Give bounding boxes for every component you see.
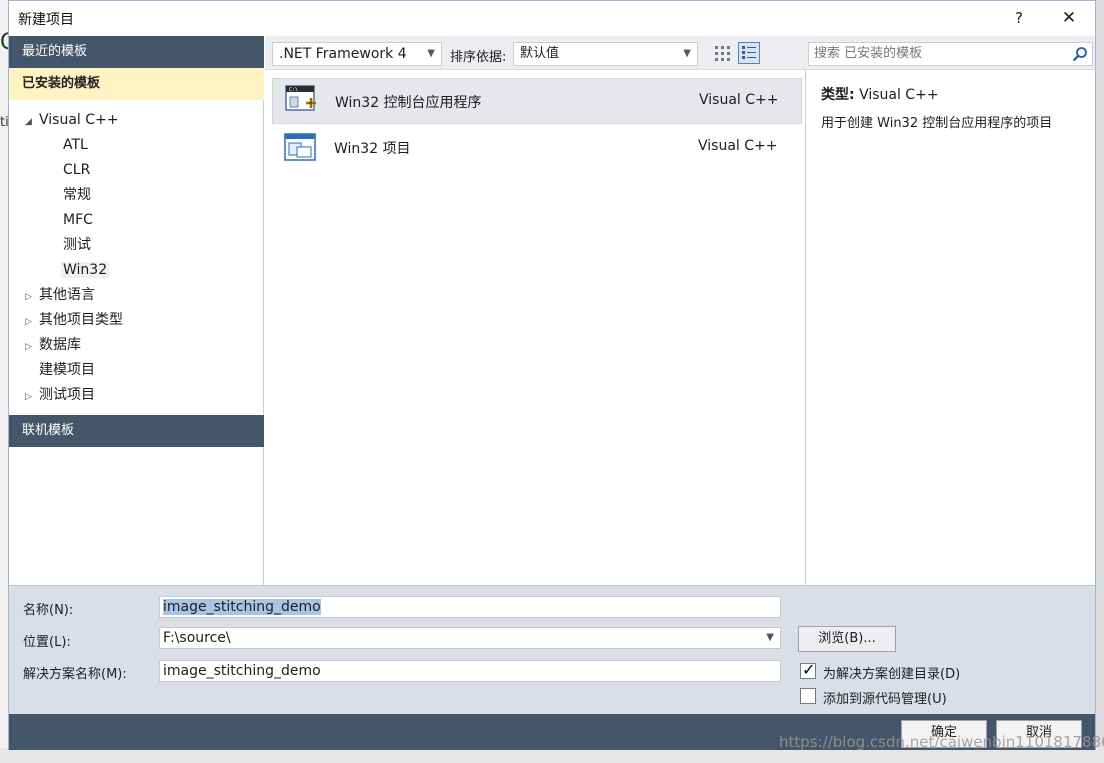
template-type: 类型: Visual C++ xyxy=(821,84,939,104)
project-settings-form: 名称(N): image_stitching_demo 位置(L): F:\so… xyxy=(9,585,1095,714)
tree-item-label: ATL xyxy=(63,137,88,153)
dialog-title: 新建项目 xyxy=(18,12,74,28)
tree-item-visual-cpp[interactable]: ◢ Visual C++ xyxy=(25,109,118,131)
search-placeholder: 搜索 已安装的模板 xyxy=(814,46,923,61)
small-icons-view-icon[interactable] xyxy=(714,44,732,64)
chevron-down-icon[interactable]: ▼ xyxy=(766,628,774,648)
tree-item-label: 建模项目 xyxy=(39,362,95,378)
template-list: C:\ Win32 控制台应用程序 Visual C++ Win32 项目 Vi… xyxy=(265,70,806,585)
template-name: Win32 控制台应用程序 xyxy=(335,95,482,111)
collapsed-arrow-icon[interactable]: ▷ xyxy=(25,386,39,408)
collapsed-arrow-icon[interactable]: ▷ xyxy=(25,286,39,308)
tree-item-label: Win32 xyxy=(61,262,110,278)
win32-project-icon xyxy=(284,133,316,161)
console-app-icon: C:\ xyxy=(285,85,316,111)
new-project-dialog: 新建项目 ? ✕ 最近的模板 已安装的模板 ◢ Visual C++ ATL CL… xyxy=(8,0,1096,750)
collapsed-arrow-icon[interactable]: ▷ xyxy=(25,336,39,358)
sort-select[interactable]: 默认值 ▼ xyxy=(513,42,698,66)
tree-item-label: 测试 xyxy=(63,237,91,253)
browse-button[interactable]: 浏览(B)... xyxy=(798,626,896,652)
tree-item-clr[interactable]: CLR xyxy=(63,159,90,181)
framework-select[interactable]: .NET Framework 4 ▼ xyxy=(272,42,442,66)
tree-item-label: 其他项目类型 xyxy=(39,312,123,328)
template-name: Win32 项目 xyxy=(334,141,411,157)
tree-item-other-project-types[interactable]: ▷ 其他项目类型 xyxy=(25,309,123,331)
expanded-arrow-icon[interactable]: ◢ xyxy=(25,111,39,133)
tree-item-test-projects[interactable]: ▷ 测试项目 xyxy=(25,384,95,406)
template-category-panel: 最近的模板 已安装的模板 ◢ Visual C++ ATL CLR 常规 MFC … xyxy=(9,36,264,585)
add-source-control-checkbox[interactable] xyxy=(800,688,816,704)
tree-item-database[interactable]: ▷ 数据库 xyxy=(25,334,81,356)
tree-item-label: CLR xyxy=(63,162,91,178)
online-templates-header[interactable]: 联机模板 xyxy=(9,415,264,447)
tree-item-label: 测试项目 xyxy=(39,387,95,403)
tree-item-modeling-projects[interactable]: 建模项目 xyxy=(39,359,95,381)
chevron-down-icon: ▼ xyxy=(427,48,435,59)
tree-item-label: MFC xyxy=(63,212,93,228)
solution-name-label: 解决方案名称(M): xyxy=(23,667,127,682)
solution-name-input[interactable]: image_stitching_demo xyxy=(159,660,781,682)
close-button[interactable]: ✕ xyxy=(1056,5,1082,31)
template-description-text: 用于创建 Win32 控制台应用程序的项目 xyxy=(821,116,1053,131)
svg-text:C:\: C:\ xyxy=(289,87,298,93)
help-button[interactable]: ? xyxy=(1006,5,1032,31)
template-toolbar: .NET Framework 4 ▼ 排序依据: 默认值 ▼ 搜索 已安装的模板 xyxy=(265,36,1095,70)
tree-item-label: 其他语言 xyxy=(39,287,95,303)
add-source-control-label[interactable]: 添加到源代码管理(U) xyxy=(823,688,947,707)
sort-value: 默认值 xyxy=(520,46,560,61)
list-view-icon[interactable] xyxy=(738,42,760,64)
template-description-panel: 类型: Visual C++ 用于创建 Win32 控制台应用程序的项目 xyxy=(807,70,1095,585)
template-row-win32-project[interactable]: Win32 项目 Visual C++ xyxy=(272,125,802,171)
background-window-edge xyxy=(1096,0,1104,763)
create-directory-checkbox[interactable] xyxy=(800,660,816,679)
project-name-input[interactable]: image_stitching_demo xyxy=(159,596,781,618)
tree-item-other-languages[interactable]: ▷ 其他语言 xyxy=(25,284,95,306)
tree-item-label: Visual C++ xyxy=(39,112,119,128)
tree-item-label: 数据库 xyxy=(39,337,81,353)
template-language: Visual C++ xyxy=(698,138,778,154)
create-directory-label[interactable]: 为解决方案创建目录(D) xyxy=(823,663,960,682)
chevron-down-icon: ▼ xyxy=(683,48,691,59)
tree-item-atl[interactable]: ATL xyxy=(63,134,88,156)
recent-templates-header[interactable]: 最近的模板 xyxy=(9,36,264,68)
title-bar: 新建项目 ? ✕ xyxy=(9,1,1095,36)
tree-item-win32[interactable]: Win32 xyxy=(61,259,110,281)
name-label: 名称(N): xyxy=(23,603,74,618)
name-value: image_stitching_demo xyxy=(163,599,321,615)
template-row-win32-console[interactable]: C:\ Win32 控制台应用程序 Visual C++ xyxy=(272,78,802,124)
search-icon[interactable] xyxy=(1072,46,1088,62)
type-value: Visual C++ xyxy=(859,87,939,103)
sort-label: 排序依据: xyxy=(450,50,507,65)
type-label: 类型: xyxy=(821,87,855,103)
location-combobox[interactable]: F:\source\ ▼ xyxy=(159,627,781,649)
tree-item-mfc[interactable]: MFC xyxy=(63,209,93,231)
solution-value: image_stitching_demo xyxy=(163,663,321,679)
framework-value: .NET Framework 4 xyxy=(279,46,407,62)
template-search-input[interactable]: 搜索 已安装的模板 xyxy=(808,42,1093,66)
installed-templates-header[interactable]: 已安装的模板 xyxy=(9,68,264,100)
location-label: 位置(L): xyxy=(23,635,71,650)
tree-item-label: 常规 xyxy=(63,187,91,203)
tree-item-general[interactable]: 常规 xyxy=(63,184,91,206)
watermark-text: https://blog.csdn.net/caiwenbin110181788… xyxy=(779,733,1104,751)
tree-item-test[interactable]: 测试 xyxy=(63,234,91,256)
collapsed-arrow-icon[interactable]: ▷ xyxy=(25,311,39,333)
location-value: F:\source\ xyxy=(163,630,231,646)
template-language: Visual C++ xyxy=(699,92,779,108)
